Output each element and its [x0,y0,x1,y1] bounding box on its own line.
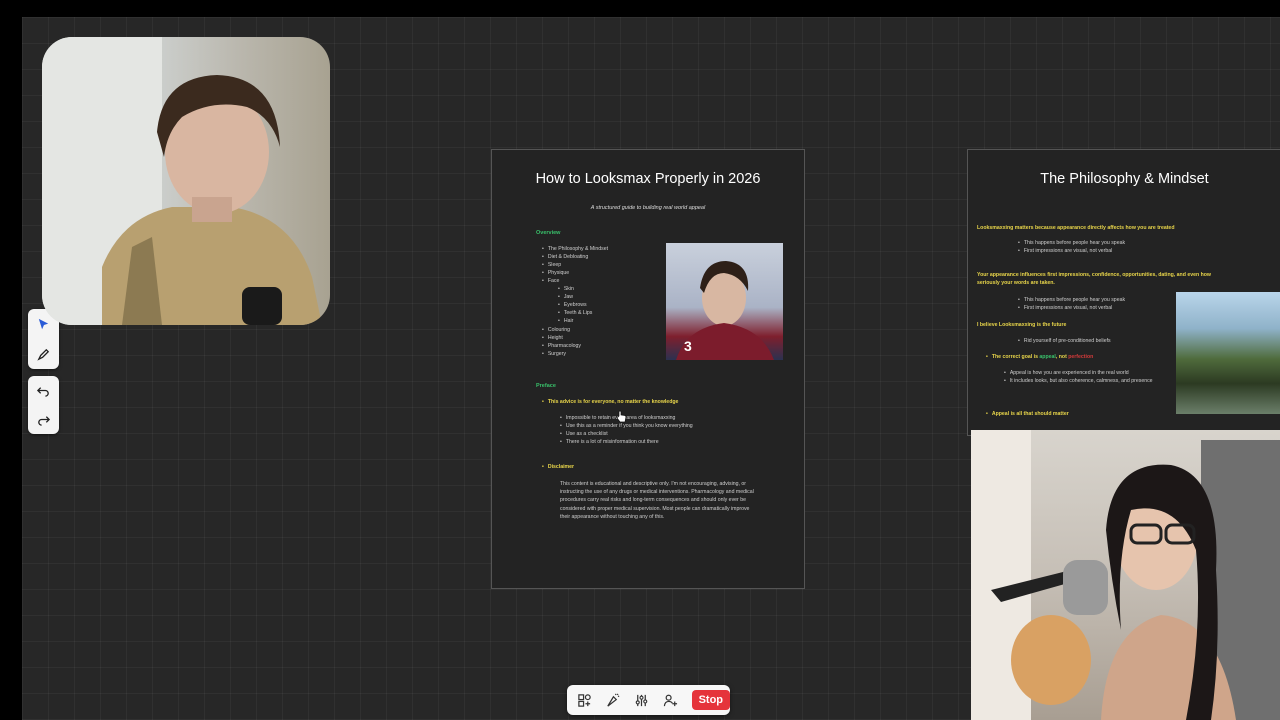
list-item: Height [542,334,563,342]
hand-cursor-icon [616,410,627,423]
person-silhouette-icon [971,430,1280,720]
list-item: Face [542,277,560,285]
list-item: Eyebrows [558,301,587,309]
list-item: Physique [542,269,569,277]
slide-how-to-looksmax[interactable]: How to Looksmax Properly in 2026 A struc… [491,149,805,589]
slide-philosophy-mindset[interactable]: The Philosophy & Mindset Looksmaxxing ma… [967,149,1280,436]
list-item: Colouring [542,326,570,334]
list-item: Appeal is how you are experienced in the… [1004,369,1129,377]
preface-heading: Preface [536,383,556,389]
paragraph-heading: Looksmaxxing matters because appearance … [977,225,1175,231]
goal-not: perfection [1068,354,1094,360]
settings-sliders-button[interactable] [630,689,653,711]
pointer-icon [38,318,49,329]
undo-button[interactable] [28,376,59,405]
lake-landscape-photo [1176,292,1280,414]
goal-prefix: The correct goal is [991,354,1040,360]
list-item: Teeth & Lips [558,309,593,317]
list-item: Hair [558,317,574,325]
paragraph-heading: Your appearance influences first impress… [977,272,1211,287]
slide-subtitle: A structured guide to building real worl… [590,205,706,211]
settings-sliders-icon [635,694,648,706]
preface-point: This advice is for everyone, no matter t… [542,398,679,406]
webcam-feed-host [42,37,330,325]
list-item: First impressions are visual, not verbal [1018,247,1113,255]
person-silhouette-icon [42,37,322,325]
list-item: The Philosophy & Mindset [542,245,608,253]
hockey-player-photo: 3 [666,243,783,360]
add-shapes-icon [578,693,591,707]
list-item: Sleep [542,261,561,269]
slide-title: How to Looksmax Properly in 2026 [535,171,761,187]
list-item: It includes looks, but also coherence, c… [1004,377,1153,385]
webcam-feed-guest [971,430,1280,720]
list-item: Skin [558,285,574,293]
list-item: Use as a checklist [560,430,608,438]
undo-icon [36,387,49,397]
recording-control-bar: Stop [567,685,731,715]
svg-text:3: 3 [684,338,692,354]
disclaimer-heading: Disclaimer [542,463,574,471]
effects-button[interactable] [602,689,625,711]
goal-statement: The correct goal is appeal, not perfecti… [986,353,1093,361]
paragraph-heading: I believe Looksmaxxing is the future [977,322,1067,328]
add-shapes-button[interactable] [573,689,596,711]
stop-recording-button[interactable]: Stop [691,690,731,710]
list-item: Surgery [542,350,566,358]
add-person-icon [663,694,677,706]
pen-icon [37,348,50,361]
list-item: First impressions are visual, not verbal [1018,304,1113,312]
pen-tool[interactable] [28,339,59,369]
list-item: This happens before people hear you spea… [1018,239,1125,247]
effects-icon [607,693,620,707]
paragraph-heading: Appeal is all that should matter [986,410,1069,418]
redo-icon [38,416,51,426]
list-item: Rid yourself of pre-conditioned beliefs [1018,337,1111,345]
goal-mid: , not [1055,354,1069,360]
list-item: This happens before people hear you spea… [1018,296,1125,304]
goal-appeal: appeal [1039,354,1056,360]
list-item: Pharmacology [542,342,581,350]
history-tools-group [28,376,59,434]
list-item: Use this as a reminder if you think you … [560,422,693,430]
slide-title: The Philosophy & Mindset [1040,171,1209,187]
portrait-image-icon: 3 [676,261,774,360]
redo-button[interactable] [28,405,59,434]
list-item: There is a lot of misinformation out the… [560,438,659,446]
add-person-button[interactable] [659,689,682,711]
disclaimer-text: This content is educational and descript… [560,481,754,520]
overview-heading: Overview [536,230,561,236]
list-item: Diet & Debloating [542,253,588,261]
list-item: Jaw [558,293,573,301]
